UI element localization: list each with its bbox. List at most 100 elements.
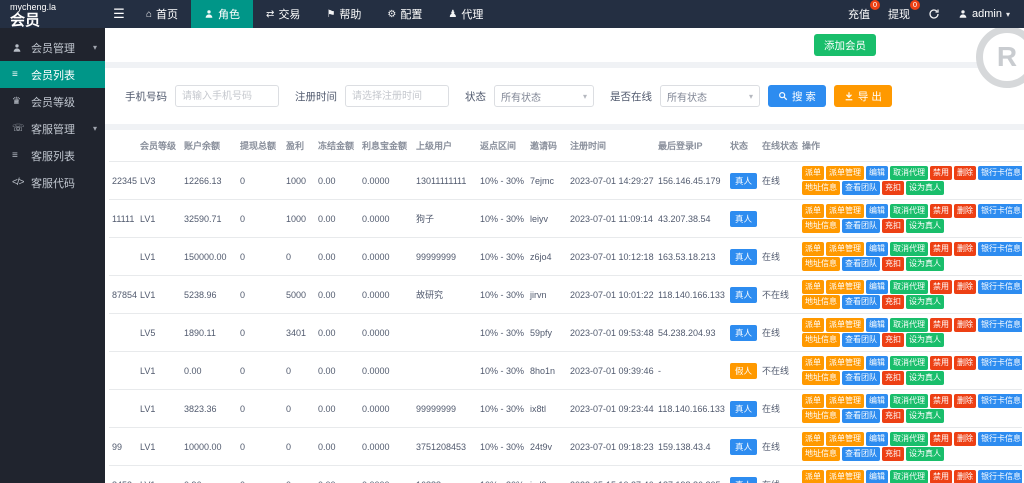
dispatch-button[interactable]: 派单 (802, 204, 824, 218)
view-team-button[interactable]: 查看团队 (842, 219, 880, 233)
sidebar-item-1[interactable]: ≡会员列表 (0, 61, 105, 88)
dispatch-manage-button[interactable]: 派单管理 (826, 394, 864, 408)
dispatch-manage-button[interactable]: 派单管理 (826, 204, 864, 218)
dispatch-button[interactable]: 派单 (802, 470, 824, 483)
bank-card-info-button[interactable]: 银行卡信息 (978, 356, 1022, 370)
disable-button[interactable]: 禁用 (930, 470, 952, 483)
delete-button[interactable]: 删除 (954, 394, 976, 408)
address-info-button[interactable]: 地址信息 (802, 447, 840, 461)
nav-item-1[interactable]: 角色 (191, 0, 253, 28)
sidebar-item-4[interactable]: ≡客服列表 (0, 142, 105, 169)
edit-button[interactable]: 编辑 (866, 432, 888, 446)
edit-button[interactable]: 编辑 (866, 204, 888, 218)
cancel-agent-button[interactable]: 取消代理 (890, 432, 928, 446)
bank-card-info-button[interactable]: 银行卡信息 (978, 470, 1022, 483)
credit-adjust-button[interactable]: 充扣 (882, 333, 904, 347)
delete-button[interactable]: 删除 (954, 356, 976, 370)
delete-button[interactable]: 删除 (954, 432, 976, 446)
sidebar-item-5[interactable]: </>客服代码 (0, 169, 105, 196)
cancel-agent-button[interactable]: 取消代理 (890, 394, 928, 408)
view-team-button[interactable]: 查看团队 (842, 181, 880, 195)
menu-toggle-icon[interactable]: ☰ (105, 0, 133, 28)
credit-adjust-button[interactable]: 充扣 (882, 371, 904, 385)
dispatch-button[interactable]: 派单 (802, 394, 824, 408)
refresh-icon[interactable] (928, 8, 940, 20)
edit-button[interactable]: 编辑 (866, 470, 888, 483)
regtime-input[interactable] (345, 85, 449, 107)
set-real-button[interactable]: 设为真人 (906, 219, 944, 233)
bank-card-info-button[interactable]: 银行卡信息 (978, 242, 1022, 256)
view-team-button[interactable]: 查看团队 (842, 333, 880, 347)
disable-button[interactable]: 禁用 (930, 394, 952, 408)
credit-adjust-button[interactable]: 充扣 (882, 257, 904, 271)
cancel-agent-button[interactable]: 取消代理 (890, 470, 928, 483)
bank-card-info-button[interactable]: 银行卡信息 (978, 318, 1022, 332)
status-select[interactable]: 所有状态 ▾ (494, 85, 594, 107)
cancel-agent-button[interactable]: 取消代理 (890, 204, 928, 218)
view-team-button[interactable]: 查看团队 (842, 257, 880, 271)
bank-card-info-button[interactable]: 银行卡信息 (978, 204, 1022, 218)
delete-button[interactable]: 删除 (954, 470, 976, 483)
nav-item-4[interactable]: ⚙配置 (374, 0, 435, 28)
address-info-button[interactable]: 地址信息 (802, 409, 840, 423)
view-team-button[interactable]: 查看团队 (842, 447, 880, 461)
set-real-button[interactable]: 设为真人 (906, 181, 944, 195)
view-team-button[interactable]: 查看团队 (842, 409, 880, 423)
address-info-button[interactable]: 地址信息 (802, 219, 840, 233)
dispatch-manage-button[interactable]: 派单管理 (826, 356, 864, 370)
sidebar-item-3[interactable]: ☏客服管理▾ (0, 115, 105, 142)
dispatch-button[interactable]: 派单 (802, 280, 824, 294)
bank-card-info-button[interactable]: 银行卡信息 (978, 166, 1022, 180)
dispatch-button[interactable]: 派单 (802, 318, 824, 332)
cancel-agent-button[interactable]: 取消代理 (890, 356, 928, 370)
online-select[interactable]: 所有状态 ▾ (660, 85, 760, 107)
nav-item-2[interactable]: ⇄交易 (253, 0, 313, 28)
export-button[interactable]: 导 出 (834, 85, 892, 107)
dispatch-manage-button[interactable]: 派单管理 (826, 470, 864, 483)
delete-button[interactable]: 删除 (954, 204, 976, 218)
set-real-button[interactable]: 设为真人 (906, 447, 944, 461)
search-button[interactable]: 搜 索 (768, 85, 826, 107)
dispatch-manage-button[interactable]: 派单管理 (826, 318, 864, 332)
bank-card-info-button[interactable]: 银行卡信息 (978, 280, 1022, 294)
disable-button[interactable]: 禁用 (930, 166, 952, 180)
cancel-agent-button[interactable]: 取消代理 (890, 166, 928, 180)
dispatch-manage-button[interactable]: 派单管理 (826, 280, 864, 294)
nav-item-0[interactable]: ⌂首页 (133, 0, 191, 28)
edit-button[interactable]: 编辑 (866, 318, 888, 332)
delete-button[interactable]: 删除 (954, 280, 976, 294)
set-real-button[interactable]: 设为真人 (906, 409, 944, 423)
dispatch-button[interactable]: 派单 (802, 356, 824, 370)
address-info-button[interactable]: 地址信息 (802, 371, 840, 385)
credit-adjust-button[interactable]: 充扣 (882, 409, 904, 423)
dispatch-manage-button[interactable]: 派单管理 (826, 432, 864, 446)
edit-button[interactable]: 编辑 (866, 166, 888, 180)
nav-item-5[interactable]: ♟代理 (435, 0, 496, 28)
set-real-button[interactable]: 设为真人 (906, 295, 944, 309)
admin-dropdown[interactable]: admin ▾ (958, 8, 1010, 20)
edit-button[interactable]: 编辑 (866, 242, 888, 256)
delete-button[interactable]: 删除 (954, 166, 976, 180)
bank-card-info-button[interactable]: 银行卡信息 (978, 432, 1022, 446)
edit-button[interactable]: 编辑 (866, 394, 888, 408)
dispatch-manage-button[interactable]: 派单管理 (826, 166, 864, 180)
set-real-button[interactable]: 设为真人 (906, 257, 944, 271)
delete-button[interactable]: 删除 (954, 242, 976, 256)
address-info-button[interactable]: 地址信息 (802, 333, 840, 347)
disable-button[interactable]: 禁用 (930, 280, 952, 294)
view-team-button[interactable]: 查看团队 (842, 371, 880, 385)
disable-button[interactable]: 禁用 (930, 318, 952, 332)
cancel-agent-button[interactable]: 取消代理 (890, 318, 928, 332)
sidebar-item-0[interactable]: 会员管理▾ (0, 34, 105, 61)
nav-item-3[interactable]: ⚑帮助 (313, 0, 374, 28)
withdraw-link[interactable]: 提现 0 (888, 6, 910, 22)
credit-adjust-button[interactable]: 充扣 (882, 295, 904, 309)
bank-card-info-button[interactable]: 银行卡信息 (978, 394, 1022, 408)
view-team-button[interactable]: 查看团队 (842, 295, 880, 309)
cancel-agent-button[interactable]: 取消代理 (890, 242, 928, 256)
dispatch-button[interactable]: 派单 (802, 432, 824, 446)
edit-button[interactable]: 编辑 (866, 280, 888, 294)
address-info-button[interactable]: 地址信息 (802, 295, 840, 309)
phone-input[interactable] (175, 85, 279, 107)
dispatch-button[interactable]: 派单 (802, 242, 824, 256)
